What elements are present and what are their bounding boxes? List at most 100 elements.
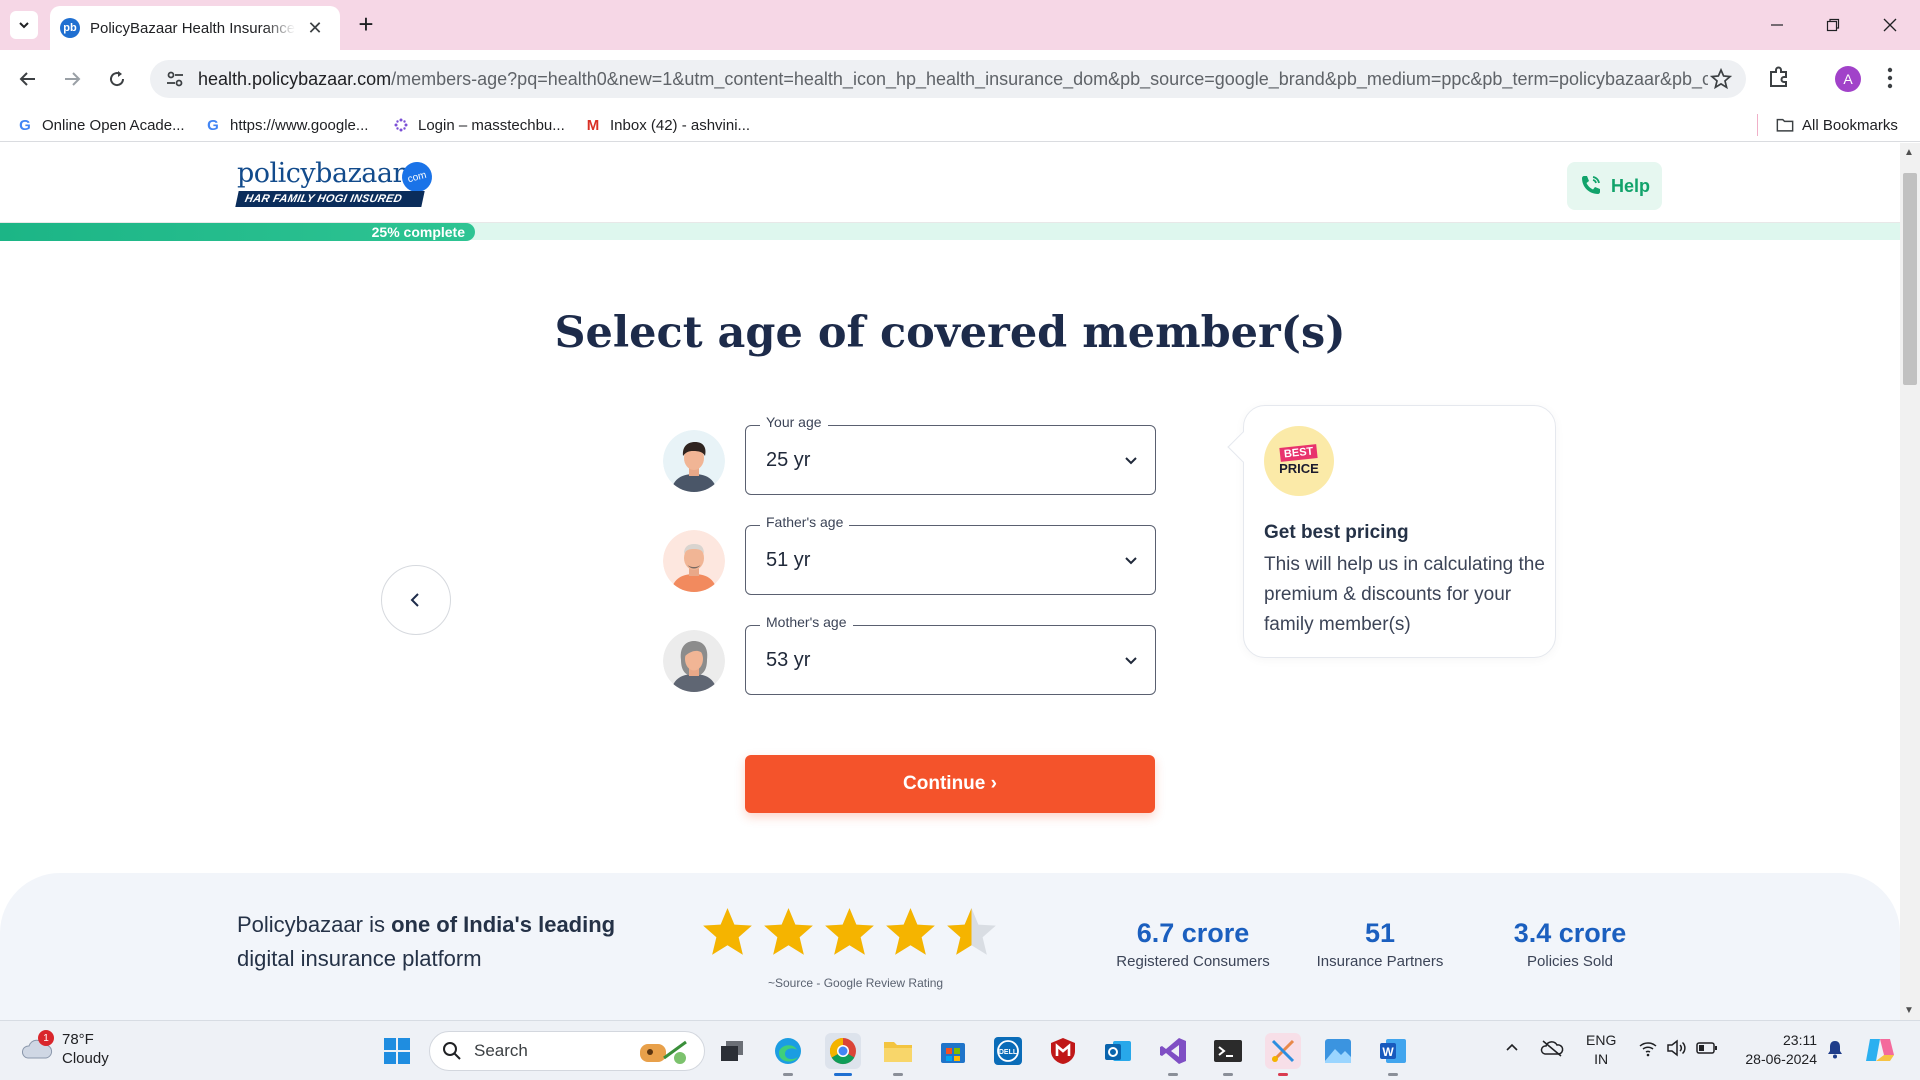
bookmarks-divider <box>1757 114 1758 136</box>
system-clock[interactable]: 23:11 28-06-2024 <box>1735 1031 1817 1069</box>
windows-taskbar: 1 78°F Cloudy Search DELL W ENG IN 23:11… <box>0 1020 1920 1080</box>
onedrive-offline-icon[interactable] <box>1540 1039 1564 1062</box>
address-bar[interactable]: health.policybazaar.com/members-age?pq=h… <box>150 60 1746 98</box>
edge-icon[interactable] <box>770 1033 806 1076</box>
page-title: Select age of covered member(s) <box>554 308 1346 358</box>
bookmark-item[interactable]: M Inbox (42) - ashvini... <box>584 116 750 134</box>
age-field-label: Mother's age <box>760 614 853 630</box>
scroll-down-arrow-icon[interactable]: ▼ <box>1904 1005 1914 1016</box>
page-content: policybazaar com HAR FAMILY HOGI INSURED… <box>0 143 1900 1020</box>
help-button[interactable]: Help <box>1567 162 1662 210</box>
search-icon <box>443 1042 461 1060</box>
region-code: IN <box>1594 1051 1609 1067</box>
chevron-down-icon <box>19 22 29 29</box>
close-window-button[interactable] <box>1867 10 1913 40</box>
policybazaar-logo[interactable]: policybazaar com HAR FAMILY HOGI INSURED <box>235 158 436 207</box>
your-age-select[interactable]: Your age 25 yr <box>745 414 1156 495</box>
mother-age-select[interactable]: Mother's age 53 yr <box>745 614 1156 695</box>
star-icon <box>886 908 935 955</box>
notification-bell-icon[interactable] <box>1826 1039 1844 1064</box>
show-hidden-icons-icon[interactable] <box>1504 1039 1520 1060</box>
language-code: ENG <box>1586 1032 1617 1048</box>
reload-icon <box>110 71 125 87</box>
snipping-tool-icon[interactable] <box>1265 1033 1301 1076</box>
volume-icon[interactable] <box>1666 1039 1688 1062</box>
extensions-puzzle-icon[interactable] <box>1766 64 1792 95</box>
wifi-icon[interactable] <box>1638 1039 1658 1062</box>
copilot-icon[interactable] <box>1864 1035 1896 1070</box>
chevron-down-icon <box>1125 557 1137 565</box>
bookmarks-bar: G Online Open Acade... G https://www.goo… <box>0 108 1920 142</box>
scroll-up-arrow-icon[interactable]: ▲ <box>1904 147 1914 158</box>
task-view-icon[interactable] <box>714 1033 750 1069</box>
stat-label: Policies Sold <box>1527 953 1613 970</box>
scrollbar-thumb[interactable] <box>1903 173 1917 385</box>
star-icon <box>703 908 752 955</box>
previous-step-button[interactable] <box>381 565 451 635</box>
more-menu-icon[interactable] <box>1886 64 1894 97</box>
site-info-icon[interactable] <box>164 68 186 90</box>
minimize-button[interactable] <box>1754 10 1800 40</box>
battery-icon[interactable] <box>1696 1039 1718 1062</box>
arrow-right-icon <box>65 72 81 86</box>
stat-value: 3.4 crore <box>1513 918 1627 948</box>
chrome-icon[interactable] <box>825 1033 861 1076</box>
rating-source: ~Source - Google Review Rating <box>768 976 944 990</box>
new-tab-button[interactable]: + <box>352 10 380 38</box>
bookmark-item[interactable]: G https://www.google... <box>204 116 368 134</box>
dell-icon[interactable]: DELL <box>990 1033 1026 1069</box>
gmail-icon: M <box>586 116 600 134</box>
search-highlight-icon <box>636 1036 692 1073</box>
svg-text:DELL: DELL <box>999 1049 1018 1056</box>
best-price-badge-icon: BEST PRICE <box>1264 426 1334 496</box>
member-row-father: Father's age 51 yr <box>663 514 1156 597</box>
age-field-label: Father's age <box>760 514 850 530</box>
arrow-left-icon <box>19 72 35 86</box>
close-icon <box>1883 18 1897 32</box>
word-icon[interactable]: W <box>1375 1033 1411 1076</box>
bookmark-star-icon[interactable] <box>1709 67 1733 95</box>
running-indicator <box>1223 1073 1233 1076</box>
mcafee-icon[interactable] <box>1045 1033 1081 1069</box>
bookmark-item[interactable]: Login – masstechbu... <box>392 116 565 134</box>
forward-button[interactable] <box>56 63 88 95</box>
tab-strip: pb PolicyBazaar Health Insurance: Compar… <box>0 0 1920 50</box>
microsoft-store-icon[interactable] <box>935 1033 971 1069</box>
running-indicator <box>1388 1073 1398 1076</box>
language-indicator[interactable]: ENG IN <box>1586 1031 1616 1069</box>
weather-widget[interactable]: 1 78°F Cloudy <box>20 1030 109 1068</box>
progress-fill: 25% complete <box>0 223 475 241</box>
url-domain: health.policybazaar.com <box>198 68 392 89</box>
chevron-down-icon <box>1125 457 1137 465</box>
age-field-label: Your age <box>760 414 828 430</box>
taskbar-search[interactable]: Search <box>429 1031 705 1071</box>
start-button[interactable] <box>379 1033 415 1069</box>
best-pricing-card: BEST PRICE Get best pricing This will he… <box>1227 405 1556 658</box>
photos-icon[interactable] <box>1320 1033 1356 1069</box>
restore-button[interactable] <box>1810 10 1856 40</box>
file-explorer-icon[interactable] <box>880 1033 916 1076</box>
stat-value: 6.7 crore <box>1136 918 1250 948</box>
rating-stars <box>700 905 999 960</box>
continue-button[interactable]: Continue › <box>745 755 1155 813</box>
search-label: Search <box>474 1041 528 1060</box>
profile-avatar[interactable]: A <box>1835 66 1861 92</box>
visual-studio-icon[interactable] <box>1155 1033 1191 1076</box>
minimize-icon <box>1771 24 1783 26</box>
tab-search-button[interactable] <box>10 11 38 39</box>
svg-text:W: W <box>1382 1045 1394 1059</box>
badge-best-text: BEST <box>1279 444 1319 462</box>
outlook-new-icon[interactable] <box>1100 1033 1136 1069</box>
terminal-icon[interactable] <box>1210 1033 1246 1076</box>
father-age-select[interactable]: Father's age 51 yr <box>745 514 1156 595</box>
back-button[interactable] <box>12 63 44 95</box>
active-tab[interactable]: pb PolicyBazaar Health Insurance: Compar… <box>50 6 340 50</box>
close-tab-icon[interactable]: ✕ <box>305 18 325 39</box>
all-bookmarks-button[interactable]: All Bookmarks <box>1776 116 1898 134</box>
bookmark-label: Login – masstechbu... <box>418 116 565 134</box>
older-woman-avatar <box>663 630 725 692</box>
page-scrollbar[interactable]: ▲ ▼ <box>1900 143 1920 1020</box>
bookmark-item[interactable]: G Online Open Acade... <box>16 116 184 134</box>
reload-button[interactable] <box>101 63 133 95</box>
progress-label: 25% complete <box>371 224 465 240</box>
